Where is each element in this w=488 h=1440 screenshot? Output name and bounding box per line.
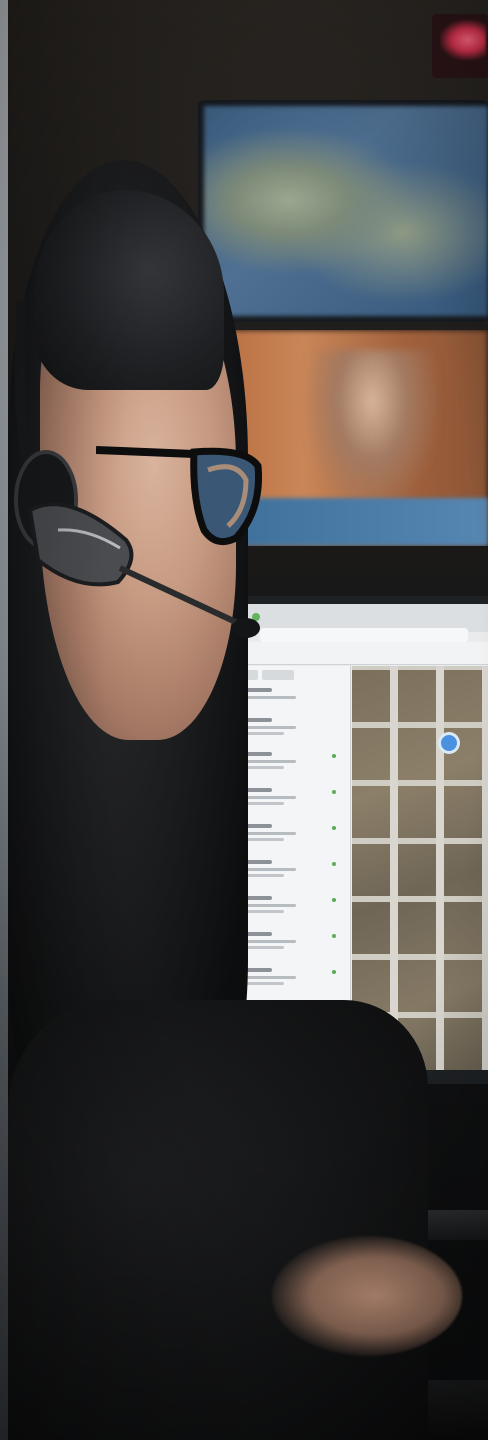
headset-icon: [14, 300, 260, 638]
wall-sign-glow: [440, 20, 486, 60]
map-pin-icon: [438, 732, 460, 754]
person-hand: [272, 1236, 462, 1356]
photo-scene: [0, 0, 488, 1440]
address-bar: [260, 628, 468, 642]
wall-monitor-map: [198, 100, 488, 322]
wall-world-map: [204, 106, 488, 316]
news-anchor: [302, 350, 442, 520]
window-edge-strip: [0, 0, 8, 1440]
panel-tab: [262, 670, 294, 680]
person-jacket: [8, 1000, 428, 1440]
